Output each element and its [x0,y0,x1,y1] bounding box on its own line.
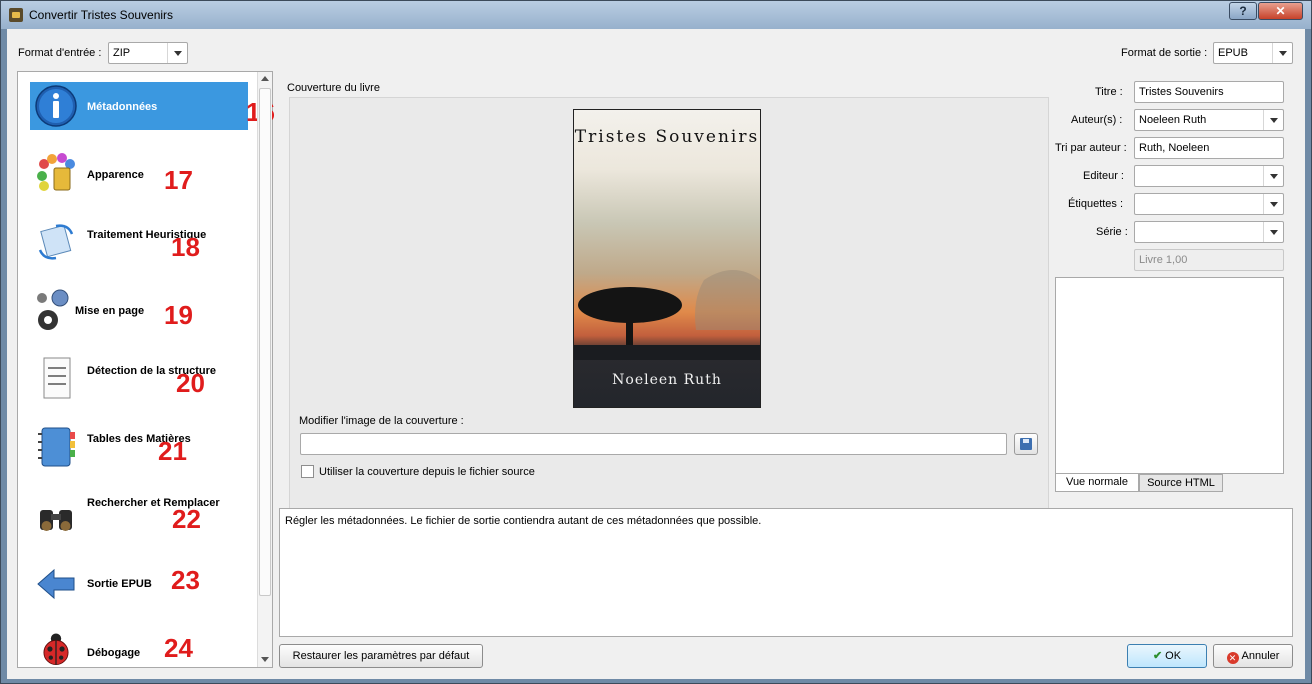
sidebar-item-label: Métadonnées [87,101,158,113]
output-format-select[interactable]: EPUB [1213,42,1293,64]
sidebar-number: 24 [164,633,193,663]
sidebar-item-label: Sortie EPUB [87,578,152,590]
chevron-down-icon [1263,110,1283,130]
tags-select[interactable] [1134,193,1284,215]
sidebar-number: 21 [158,436,187,466]
use-source-cover-label: Utiliser la couverture depuis le fichier… [319,466,535,478]
chevron-down-icon [1272,43,1292,63]
browse-cover-button[interactable] [1014,433,1038,455]
document-icon [43,357,71,399]
sidebar-item-search-replace[interactable]: Rechercher et Remplacer [30,490,248,546]
sidebar-item-label: Apparence [87,169,144,181]
use-source-cover-checkbox[interactable] [301,465,314,478]
dialog-client: Format d'entrée : ZIP Format de sortie :… [7,29,1305,679]
chevron-down-icon [167,43,187,63]
input-format-select[interactable]: ZIP [108,42,188,64]
cancel-label: Annuler [1241,650,1280,662]
tab-normal-view[interactable]: Vue normale [1055,474,1139,492]
gears-icon [37,289,69,330]
scroll-thumb[interactable] [259,88,271,596]
title-label: Titre : [1095,86,1123,98]
title-value: Tristes Souvenirs [1139,86,1224,98]
input-format-value: ZIP [113,47,131,59]
floppy-icon [1020,438,1032,450]
output-format-label: Format de sortie : [1121,47,1208,59]
sidebar-item-label: Mise en page [75,305,145,317]
heuristic-icon [38,224,74,260]
dialog-window: Convertir Tristes Souvenirs ? ✕ Format d… [0,0,1312,684]
series-select[interactable] [1134,221,1284,243]
ladybug-icon [43,633,69,665]
sidebar-item-debug[interactable]: Débogage [30,628,248,668]
arrow-left-icon [37,568,75,600]
window-title: Convertir Tristes Souvenirs [29,8,174,22]
cover-path-input[interactable] [300,433,1007,455]
scroll-up-icon[interactable] [258,72,272,86]
sidebar-item-heuristic[interactable]: Traitement Heuristique [30,218,248,266]
paint-icon [37,153,75,191]
sidebar-item-label: Débogage [87,647,141,659]
sidebar: Métadonnées 16 Apparence 17 T [17,71,275,668]
author-sort-label: Tri par auteur : [1055,142,1127,154]
cover-title: Tristes Souvenirs [574,127,760,147]
chevron-down-icon [1263,166,1283,186]
series-index-spinner[interactable]: Livre 1,00 [1134,249,1284,271]
tags-label: Étiquettes : [1068,198,1124,210]
sidebar-item-appearance[interactable]: Apparence [30,150,248,198]
close-button[interactable]: ✕ [1258,2,1303,20]
description-box: Régler les métadonnées. Le fichier de so… [279,508,1293,637]
cover-image: Tristes Souvenirs Noeleen Ruth [573,109,761,408]
comments-editor[interactable] [1055,277,1284,474]
restore-defaults-button[interactable]: Restaurer les paramètres par défaut [279,644,483,668]
chevron-down-icon [1263,222,1283,242]
sidebar-item-structure[interactable]: Détection de la structure [30,354,248,402]
cover-group-label: Couverture du livre [287,82,380,94]
tree-silhouette [574,270,760,360]
binoculars-icon [40,510,72,531]
sidebar-number: 17 [164,165,193,195]
app-icon [9,8,23,22]
sidebar-item-epub-output[interactable]: Sortie EPUB [30,560,248,608]
series-index-value: Livre 1,00 [1139,254,1188,266]
cancel-button[interactable]: ✕ Annuler [1213,644,1293,668]
cancel-icon: ✕ [1226,652,1239,664]
help-button[interactable]: ? [1229,2,1257,20]
author-sort-field[interactable]: Ruth, Noeleen [1134,137,1284,159]
series-label: Série : [1096,226,1128,238]
sidebar-number: 23 [171,565,200,595]
authors-select[interactable]: Noeleen Ruth [1134,109,1284,131]
authors-label: Auteur(s) : [1071,114,1123,126]
description-text: Régler les métadonnées. Le fichier de so… [285,515,762,527]
cover-author: Noeleen Ruth [612,372,722,388]
notebook-icon [38,427,75,467]
ok-button[interactable]: ✔ OK [1127,644,1207,668]
authors-value: Noeleen Ruth [1139,114,1207,126]
sidebar-scrollbar[interactable] [257,72,272,667]
author-sort-value: Ruth, Noeleen [1139,142,1210,154]
sidebar-number: 20 [176,368,205,398]
input-format-label: Format d'entrée : [18,47,102,59]
sidebar-item-metadata[interactable]: Métadonnées [30,82,248,130]
publisher-select[interactable] [1134,165,1284,187]
ok-label: OK [1165,650,1182,662]
sidebar-item-toc[interactable]: Tables des Matières [30,422,248,470]
sidebar-item-page-setup[interactable]: Mise en page [30,286,248,334]
modify-cover-label: Modifier l'image de la couverture : [299,415,464,427]
sidebar-number: 18 [171,232,200,262]
check-icon: ✔ [1152,650,1163,662]
sidebar-number: 19 [164,300,193,330]
output-format-value: EPUB [1218,47,1248,59]
info-icon [35,85,77,127]
sidebar-number: 22 [172,504,201,534]
title-bar: Convertir Tristes Souvenirs ? ✕ [1,1,1311,29]
tab-html-source[interactable]: Source HTML [1139,474,1223,492]
title-field[interactable]: Tristes Souvenirs [1134,81,1284,103]
publisher-label: Editeur : [1083,170,1124,182]
scroll-down-icon[interactable] [258,653,272,667]
chevron-down-icon [1263,194,1283,214]
